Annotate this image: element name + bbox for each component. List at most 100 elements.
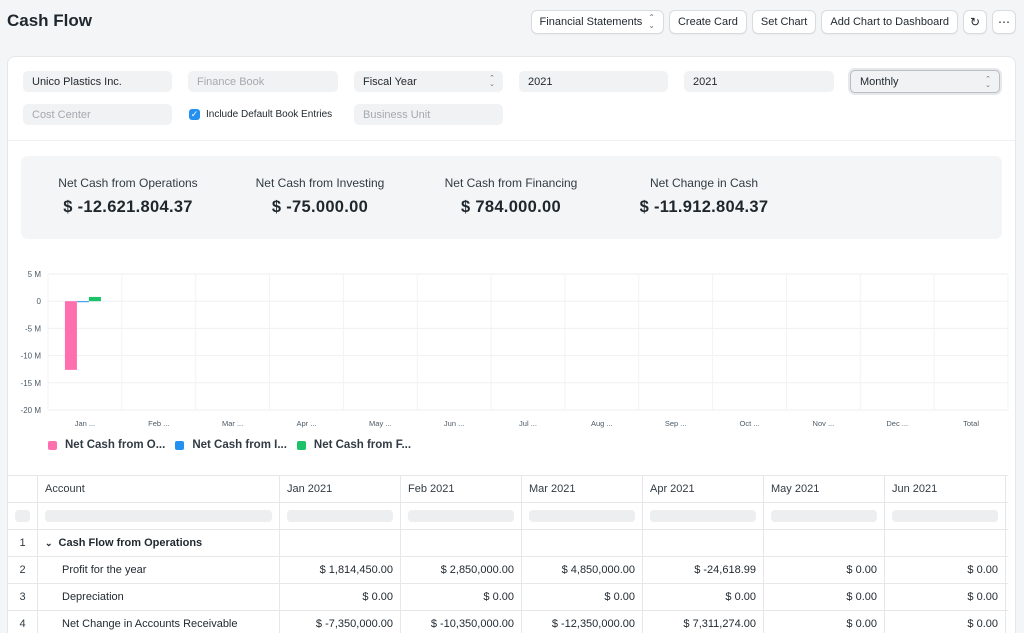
amount-cell: $ 0.00 bbox=[643, 584, 764, 610]
x-tick-label: Oct ... bbox=[740, 419, 760, 428]
x-tick-label: Nov ... bbox=[813, 419, 835, 428]
account-cell[interactable]: Profit for the year bbox=[38, 557, 280, 583]
legend-item[interactable]: Net Cash from O... bbox=[48, 439, 165, 451]
table-filter-row bbox=[8, 503, 1008, 530]
periodicity-value: Monthly bbox=[860, 75, 899, 88]
page-toolbar: Financial Statements ⌃ ⌄ Create Card Set … bbox=[530, 10, 1016, 34]
row-number: 2 bbox=[8, 557, 38, 583]
column-header[interactable]: May 2021 bbox=[764, 476, 885, 502]
summary-value: $ -75.000.00 bbox=[271, 198, 369, 216]
column-filter-input[interactable] bbox=[280, 503, 401, 529]
period-type-select[interactable]: Fiscal Year ⌃ ⌄ bbox=[354, 71, 503, 92]
company-field[interactable]: Unico Plastics Inc. bbox=[23, 71, 172, 92]
legend-swatch bbox=[175, 440, 185, 450]
report-select-button[interactable]: Financial Statements ⌃ ⌄ bbox=[530, 10, 664, 34]
amount-cell bbox=[280, 530, 401, 556]
legend-item[interactable]: Net Cash from F... bbox=[296, 439, 412, 451]
amount-cell: $ -24,618.99 bbox=[643, 557, 764, 583]
y-tick-label: -20 M bbox=[21, 406, 42, 415]
summary-net-cash-operations: Net Cash from Operations $ -12.621.804.3… bbox=[43, 176, 213, 217]
periodicity-select[interactable]: Monthly ⌃ ⌄ bbox=[850, 70, 1000, 93]
x-tick-label: May ... bbox=[369, 419, 392, 428]
y-tick-label: -5 M bbox=[25, 324, 41, 333]
finance-book-field[interactable]: Finance Book bbox=[188, 71, 338, 92]
checkbox-check-icon: ✓ bbox=[189, 109, 200, 120]
amount-cell: $ 7,311,274.00 bbox=[643, 611, 764, 633]
column-header[interactable]: Jan 2021 bbox=[280, 476, 401, 502]
column-filter-input[interactable] bbox=[764, 503, 885, 529]
legend-label: Net Cash from F... bbox=[313, 439, 412, 451]
summary-label: Net Cash from Financing bbox=[444, 176, 578, 190]
chart-bar bbox=[64, 301, 77, 370]
finance-book-placeholder: Finance Book bbox=[197, 75, 265, 88]
account-cell[interactable]: ⌄ Cash Flow from Operations bbox=[38, 530, 280, 556]
x-tick-label: Feb ... bbox=[148, 419, 169, 428]
amount-cell: $ 2,850,000.00 bbox=[401, 557, 522, 583]
column-header[interactable]: Feb 2021 bbox=[401, 476, 522, 502]
column-header[interactable]: Mar 2021 bbox=[522, 476, 643, 502]
amount-cell: $ 0.00 bbox=[764, 584, 885, 610]
set-chart-button[interactable]: Set Chart bbox=[751, 10, 817, 34]
legend-item[interactable]: Net Cash from I... bbox=[175, 439, 287, 451]
add-chart-to-dashboard-button[interactable]: Add Chart to Dashboard bbox=[821, 10, 958, 34]
x-tick-label: Apr ... bbox=[296, 419, 316, 428]
amount-cell: $ 4,850,000.00 bbox=[522, 557, 643, 583]
amount-cell bbox=[522, 530, 643, 556]
account-cell[interactable]: Net Change in Accounts Receivable bbox=[38, 611, 280, 633]
include-default-book-checkbox[interactable]: ✓ Include Default Book Entries bbox=[189, 109, 332, 120]
amount-cell: $ 0.00 bbox=[764, 611, 885, 633]
column-header[interactable]: Apr 2021 bbox=[643, 476, 764, 502]
row-number: 1 bbox=[8, 530, 38, 556]
amount-cell: $ -12,350,000.00 bbox=[522, 611, 643, 633]
chart-legend: Net Cash from O... Net Cash from I... Net … bbox=[48, 439, 411, 451]
filter-area: Unico Plastics Inc. Finance Book Fiscal … bbox=[8, 57, 1015, 141]
column-filter-input[interactable] bbox=[885, 503, 1006, 529]
chart-canvas: 5 M 0 -5 M -10 M -15 M -20 M Jan ... Feb ... Mar… bbox=[21, 270, 1009, 428]
summary-panel: Net Cash from Operations $ -12.621.804.3… bbox=[21, 156, 1002, 239]
from-fiscal-year-field[interactable]: 2021 bbox=[519, 71, 668, 92]
table-row[interactable]: 4 Net Change in Accounts Receivable $ -7,3… bbox=[8, 611, 1008, 633]
table-row[interactable]: 3 Depreciation $ 0.00 $ 0.00 $ 0.00 $ 0.00 $ 0… bbox=[8, 584, 1008, 611]
to-fiscal-year-value: 2021 bbox=[693, 75, 718, 88]
summary-label: Net Cash from Operations bbox=[58, 176, 198, 190]
column-header[interactable]: Account bbox=[38, 476, 280, 502]
amount-cell: $ 0.00 bbox=[885, 611, 1006, 633]
x-tick-label: Total bbox=[963, 419, 979, 428]
x-tick-label: Mar ... bbox=[222, 419, 243, 428]
refresh-icon[interactable]: ↻ bbox=[963, 10, 987, 34]
collapse-chevron-icon[interactable]: ⌄ bbox=[45, 538, 53, 549]
period-type-value: Fiscal Year bbox=[363, 75, 417, 88]
cash-flow-chart: 5 M 0 -5 M -10 M -15 M -20 M Jan ... Feb ... Mar… bbox=[8, 257, 1015, 462]
amount-cell bbox=[401, 530, 522, 556]
x-tick-label: Jan ... bbox=[75, 419, 95, 428]
cost-center-placeholder: Cost Center bbox=[32, 108, 91, 121]
legend-swatch bbox=[48, 440, 57, 450]
create-card-button[interactable]: Create Card bbox=[668, 10, 747, 34]
amount-cell: $ 0.00 bbox=[885, 584, 1006, 610]
column-filter-input[interactable] bbox=[8, 503, 38, 529]
column-filter-input[interactable] bbox=[401, 503, 522, 529]
select-chevron-icon: ⌃ ⌄ bbox=[985, 76, 991, 89]
page-title: Cash Flow bbox=[7, 11, 93, 30]
column-filter-input[interactable] bbox=[522, 503, 643, 529]
more-icon[interactable]: ⋯ bbox=[992, 10, 1016, 34]
amount-cell: $ 0.00 bbox=[764, 557, 885, 583]
y-tick-label: 5 M bbox=[28, 270, 42, 279]
account-cell[interactable]: Depreciation bbox=[38, 584, 280, 610]
y-tick-label: -15 M bbox=[21, 379, 42, 388]
column-filter-input[interactable] bbox=[38, 503, 280, 529]
table-row[interactable]: 2 Profit for the year $ 1,814,450.00 $ 2,85… bbox=[8, 557, 1008, 584]
y-tick-label: 0 bbox=[37, 297, 42, 306]
column-filter-input[interactable] bbox=[643, 503, 764, 529]
table-row[interactable]: 1 ⌄ Cash Flow from Operations bbox=[8, 530, 1008, 557]
business-unit-field[interactable]: Business Unit bbox=[354, 104, 503, 125]
amount-cell: $ -7,350,000.00 bbox=[280, 611, 401, 633]
cost-center-field[interactable]: Cost Center bbox=[23, 104, 172, 125]
legend-swatch bbox=[296, 440, 306, 450]
amount-cell: $ 0.00 bbox=[885, 557, 1006, 583]
include-default-book-label: Include Default Book Entries bbox=[206, 109, 333, 120]
account-label: Net Change in Accounts Receivable bbox=[62, 618, 238, 630]
summary-value: $ -12.621.804.37 bbox=[63, 198, 193, 216]
column-header[interactable]: Jun 2021 bbox=[885, 476, 1006, 502]
to-fiscal-year-field[interactable]: 2021 bbox=[684, 71, 834, 92]
